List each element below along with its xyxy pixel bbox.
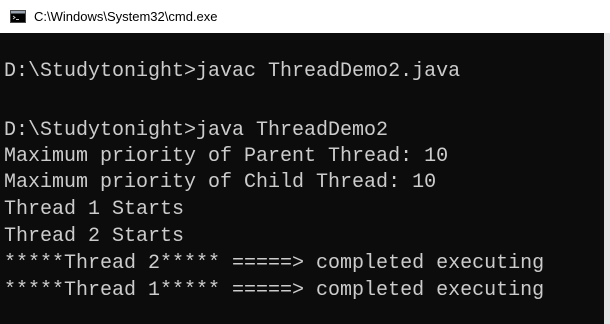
console-line: Maximum priority of Parent Thread: 10 (4, 145, 449, 168)
console-line: Thread 2 Starts (4, 225, 185, 248)
cmd-icon (10, 10, 26, 23)
cmd-window: C:\Windows\System32\cmd.exe D:\Studytoni… (0, 0, 610, 324)
title-bar[interactable]: C:\Windows\System32\cmd.exe (0, 0, 610, 33)
console-output[interactable]: D:\Studytonight>javac ThreadDemo2.java D… (0, 33, 604, 324)
window-title: C:\Windows\System32\cmd.exe (34, 9, 218, 24)
console-line: *****Thread 1***** =====> completed exec… (4, 279, 545, 302)
console-line: Thread 1 Starts (4, 198, 185, 221)
console-line: D:\Studytonight>java ThreadDemo2 (4, 119, 389, 142)
console-line: *****Thread 2***** =====> completed exec… (4, 252, 545, 275)
vertical-scrollbar[interactable] (604, 33, 610, 324)
console-line: D:\Studytonight>javac ThreadDemo2.java (4, 60, 461, 83)
console-line: Maximum priority of Child Thread: 10 (4, 171, 437, 194)
